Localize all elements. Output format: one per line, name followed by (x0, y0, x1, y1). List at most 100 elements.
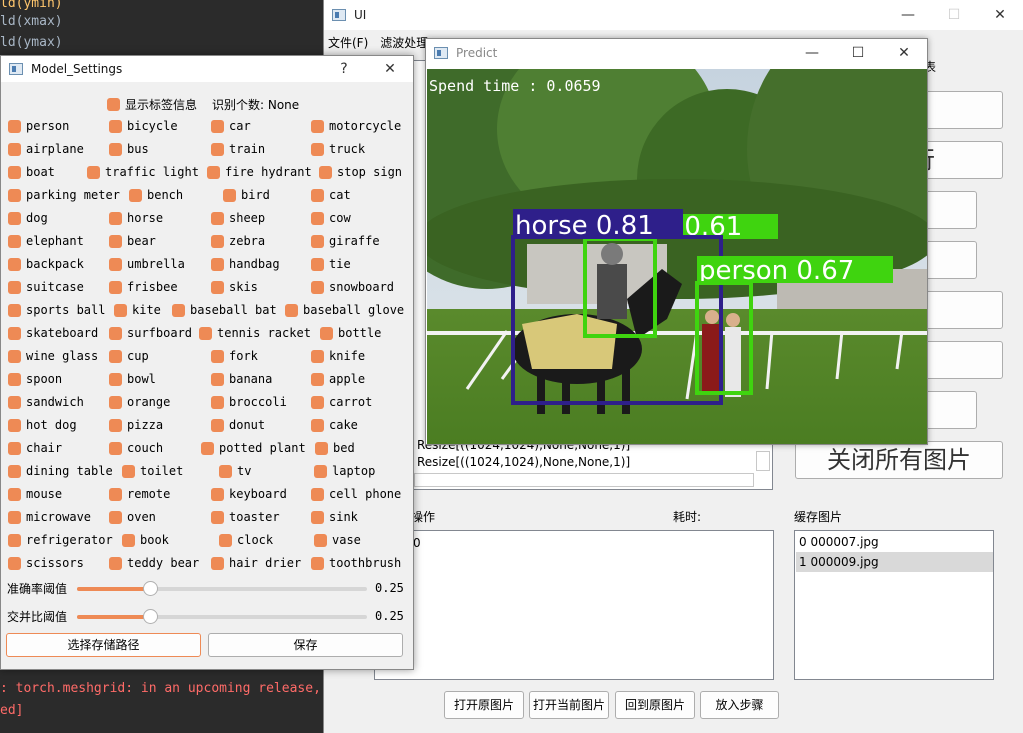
class-checkbox[interactable]: laptop (314, 464, 375, 478)
class-checkbox[interactable]: traffic light (87, 165, 199, 179)
class-checkbox[interactable]: clock (219, 533, 273, 547)
class-checkbox[interactable]: oven (109, 510, 156, 524)
class-checkbox[interactable]: tv (219, 464, 251, 478)
class-checkbox[interactable]: carrot (311, 395, 372, 409)
class-checkbox[interactable]: potted plant (201, 441, 306, 455)
class-checkbox[interactable]: airplane (8, 142, 84, 156)
menu-file[interactable]: 文件(F) (328, 32, 368, 54)
open-original-button[interactable]: 打开原图片 (444, 691, 524, 719)
scrollbar-horizontal[interactable] (414, 473, 754, 487)
class-checkbox[interactable]: couch (109, 441, 163, 455)
class-checkbox[interactable]: teddy bear (109, 556, 199, 570)
confidence-slider[interactable] (77, 581, 367, 596)
class-checkbox[interactable]: tennis racket (199, 326, 311, 340)
class-checkbox[interactable]: donut (211, 418, 265, 432)
class-checkbox[interactable]: snowboard (311, 280, 394, 294)
class-checkbox[interactable]: hot dog (8, 418, 77, 432)
class-checkbox[interactable]: bench (129, 188, 183, 202)
dialog-save-button[interactable]: 保存 (208, 633, 403, 657)
class-checkbox[interactable]: suitcase (8, 280, 84, 294)
class-checkbox[interactable]: car (211, 119, 251, 133)
class-checkbox[interactable]: bicycle (109, 119, 178, 133)
class-checkbox[interactable]: banana (211, 372, 272, 386)
class-checkbox[interactable]: sheep (211, 211, 265, 225)
class-checkbox[interactable]: surfboard (109, 326, 192, 340)
maximize-icon[interactable]: ☐ (931, 0, 977, 30)
class-checkbox[interactable]: sandwich (8, 395, 84, 409)
class-checkbox[interactable]: scissors (8, 556, 84, 570)
class-checkbox[interactable]: spoon (8, 372, 62, 386)
class-checkbox[interactable]: horse (109, 211, 163, 225)
class-checkbox[interactable]: skateboard (8, 326, 98, 340)
class-checkbox[interactable]: toaster (211, 510, 280, 524)
class-checkbox[interactable]: sink (311, 510, 358, 524)
menu-filter[interactable]: 滤波处理 (380, 32, 428, 54)
class-checkbox[interactable]: motorcycle (311, 119, 401, 133)
class-checkbox[interactable]: wine glass (8, 349, 98, 363)
class-checkbox[interactable]: sports ball (8, 303, 105, 317)
back-to-original-button[interactable]: 回到原图片 (615, 691, 695, 719)
class-checkbox[interactable]: bowl (109, 372, 156, 386)
class-checkbox[interactable]: person (8, 119, 69, 133)
class-checkbox[interactable]: cat (311, 188, 351, 202)
class-checkbox[interactable]: toilet (122, 464, 183, 478)
class-checkbox[interactable]: apple (311, 372, 365, 386)
class-checkbox[interactable]: toothbrush (311, 556, 401, 570)
class-checkbox[interactable]: backpack (8, 257, 84, 271)
scrollbar-vertical[interactable] (756, 451, 770, 471)
class-checkbox[interactable]: dog (8, 211, 48, 225)
class-checkbox[interactable]: knife (311, 349, 365, 363)
add-step-button[interactable]: 放入步骤 (700, 691, 779, 719)
class-checkbox[interactable]: umbrella (109, 257, 185, 271)
class-checkbox[interactable]: microwave (8, 510, 91, 524)
class-checkbox[interactable]: skis (211, 280, 258, 294)
class-checkbox[interactable]: train (211, 142, 265, 156)
class-checkbox[interactable]: bird (223, 188, 270, 202)
close-icon[interactable]: ✕ (977, 0, 1023, 30)
class-checkbox[interactable]: kite (114, 303, 161, 317)
class-checkbox[interactable]: bus (109, 142, 149, 156)
cache-item-selected[interactable]: 1 000009.jpg (796, 552, 993, 572)
class-checkbox[interactable]: baseball glove (285, 303, 404, 317)
class-checkbox[interactable]: giraffe (311, 234, 380, 248)
class-checkbox[interactable]: baseball bat (172, 303, 277, 317)
class-checkbox[interactable]: pizza (109, 418, 163, 432)
operation-log[interactable]: 0 (374, 530, 774, 680)
cache-item[interactable]: 0 000007.jpg (796, 532, 993, 552)
class-checkbox[interactable]: elephant (8, 234, 84, 248)
help-icon[interactable]: ? (321, 56, 367, 82)
class-checkbox[interactable]: frisbee (109, 280, 178, 294)
class-checkbox[interactable]: tie (311, 257, 351, 271)
class-checkbox[interactable]: bear (109, 234, 156, 248)
class-checkbox[interactable]: remote (109, 487, 170, 501)
class-checkbox[interactable]: chair (8, 441, 62, 455)
iou-slider[interactable] (77, 609, 367, 624)
class-checkbox[interactable]: book (122, 533, 169, 547)
class-checkbox[interactable]: mouse (8, 487, 62, 501)
class-checkbox[interactable]: orange (109, 395, 170, 409)
open-current-button[interactable]: 打开当前图片 (529, 691, 609, 719)
show-labels-checkbox[interactable]: 显示标签信息 (107, 96, 197, 113)
close-icon[interactable]: ✕ (881, 39, 927, 67)
slider-thumb[interactable] (143, 581, 158, 596)
class-checkbox[interactable]: truck (311, 142, 365, 156)
close-icon[interactable]: ✕ (367, 56, 413, 82)
class-checkbox[interactable]: cake (311, 418, 358, 432)
cache-image-list[interactable]: 0 000007.jpg 1 000009.jpg (794, 530, 994, 680)
minimize-icon[interactable]: — (789, 39, 835, 67)
class-checkbox[interactable]: handbag (211, 257, 280, 271)
select-path-button[interactable]: 选择存储路径 (6, 633, 201, 657)
class-checkbox[interactable]: broccoli (211, 395, 287, 409)
class-checkbox[interactable]: vase (314, 533, 361, 547)
slider-thumb[interactable] (143, 609, 158, 624)
class-checkbox[interactable]: cell phone (311, 487, 401, 501)
class-checkbox[interactable]: bottle (320, 326, 381, 340)
class-checkbox[interactable]: refrigerator (8, 533, 113, 547)
list-item[interactable]: Resize[((1024,1024),None,None,1)] (417, 455, 630, 469)
class-checkbox[interactable]: parking meter (8, 188, 120, 202)
class-checkbox[interactable]: dining table (8, 464, 113, 478)
maximize-icon[interactable]: ☐ (835, 39, 881, 67)
class-checkbox[interactable]: hair drier (211, 556, 301, 570)
class-checkbox[interactable]: stop sign (319, 165, 402, 179)
class-checkbox[interactable]: cup (109, 349, 149, 363)
